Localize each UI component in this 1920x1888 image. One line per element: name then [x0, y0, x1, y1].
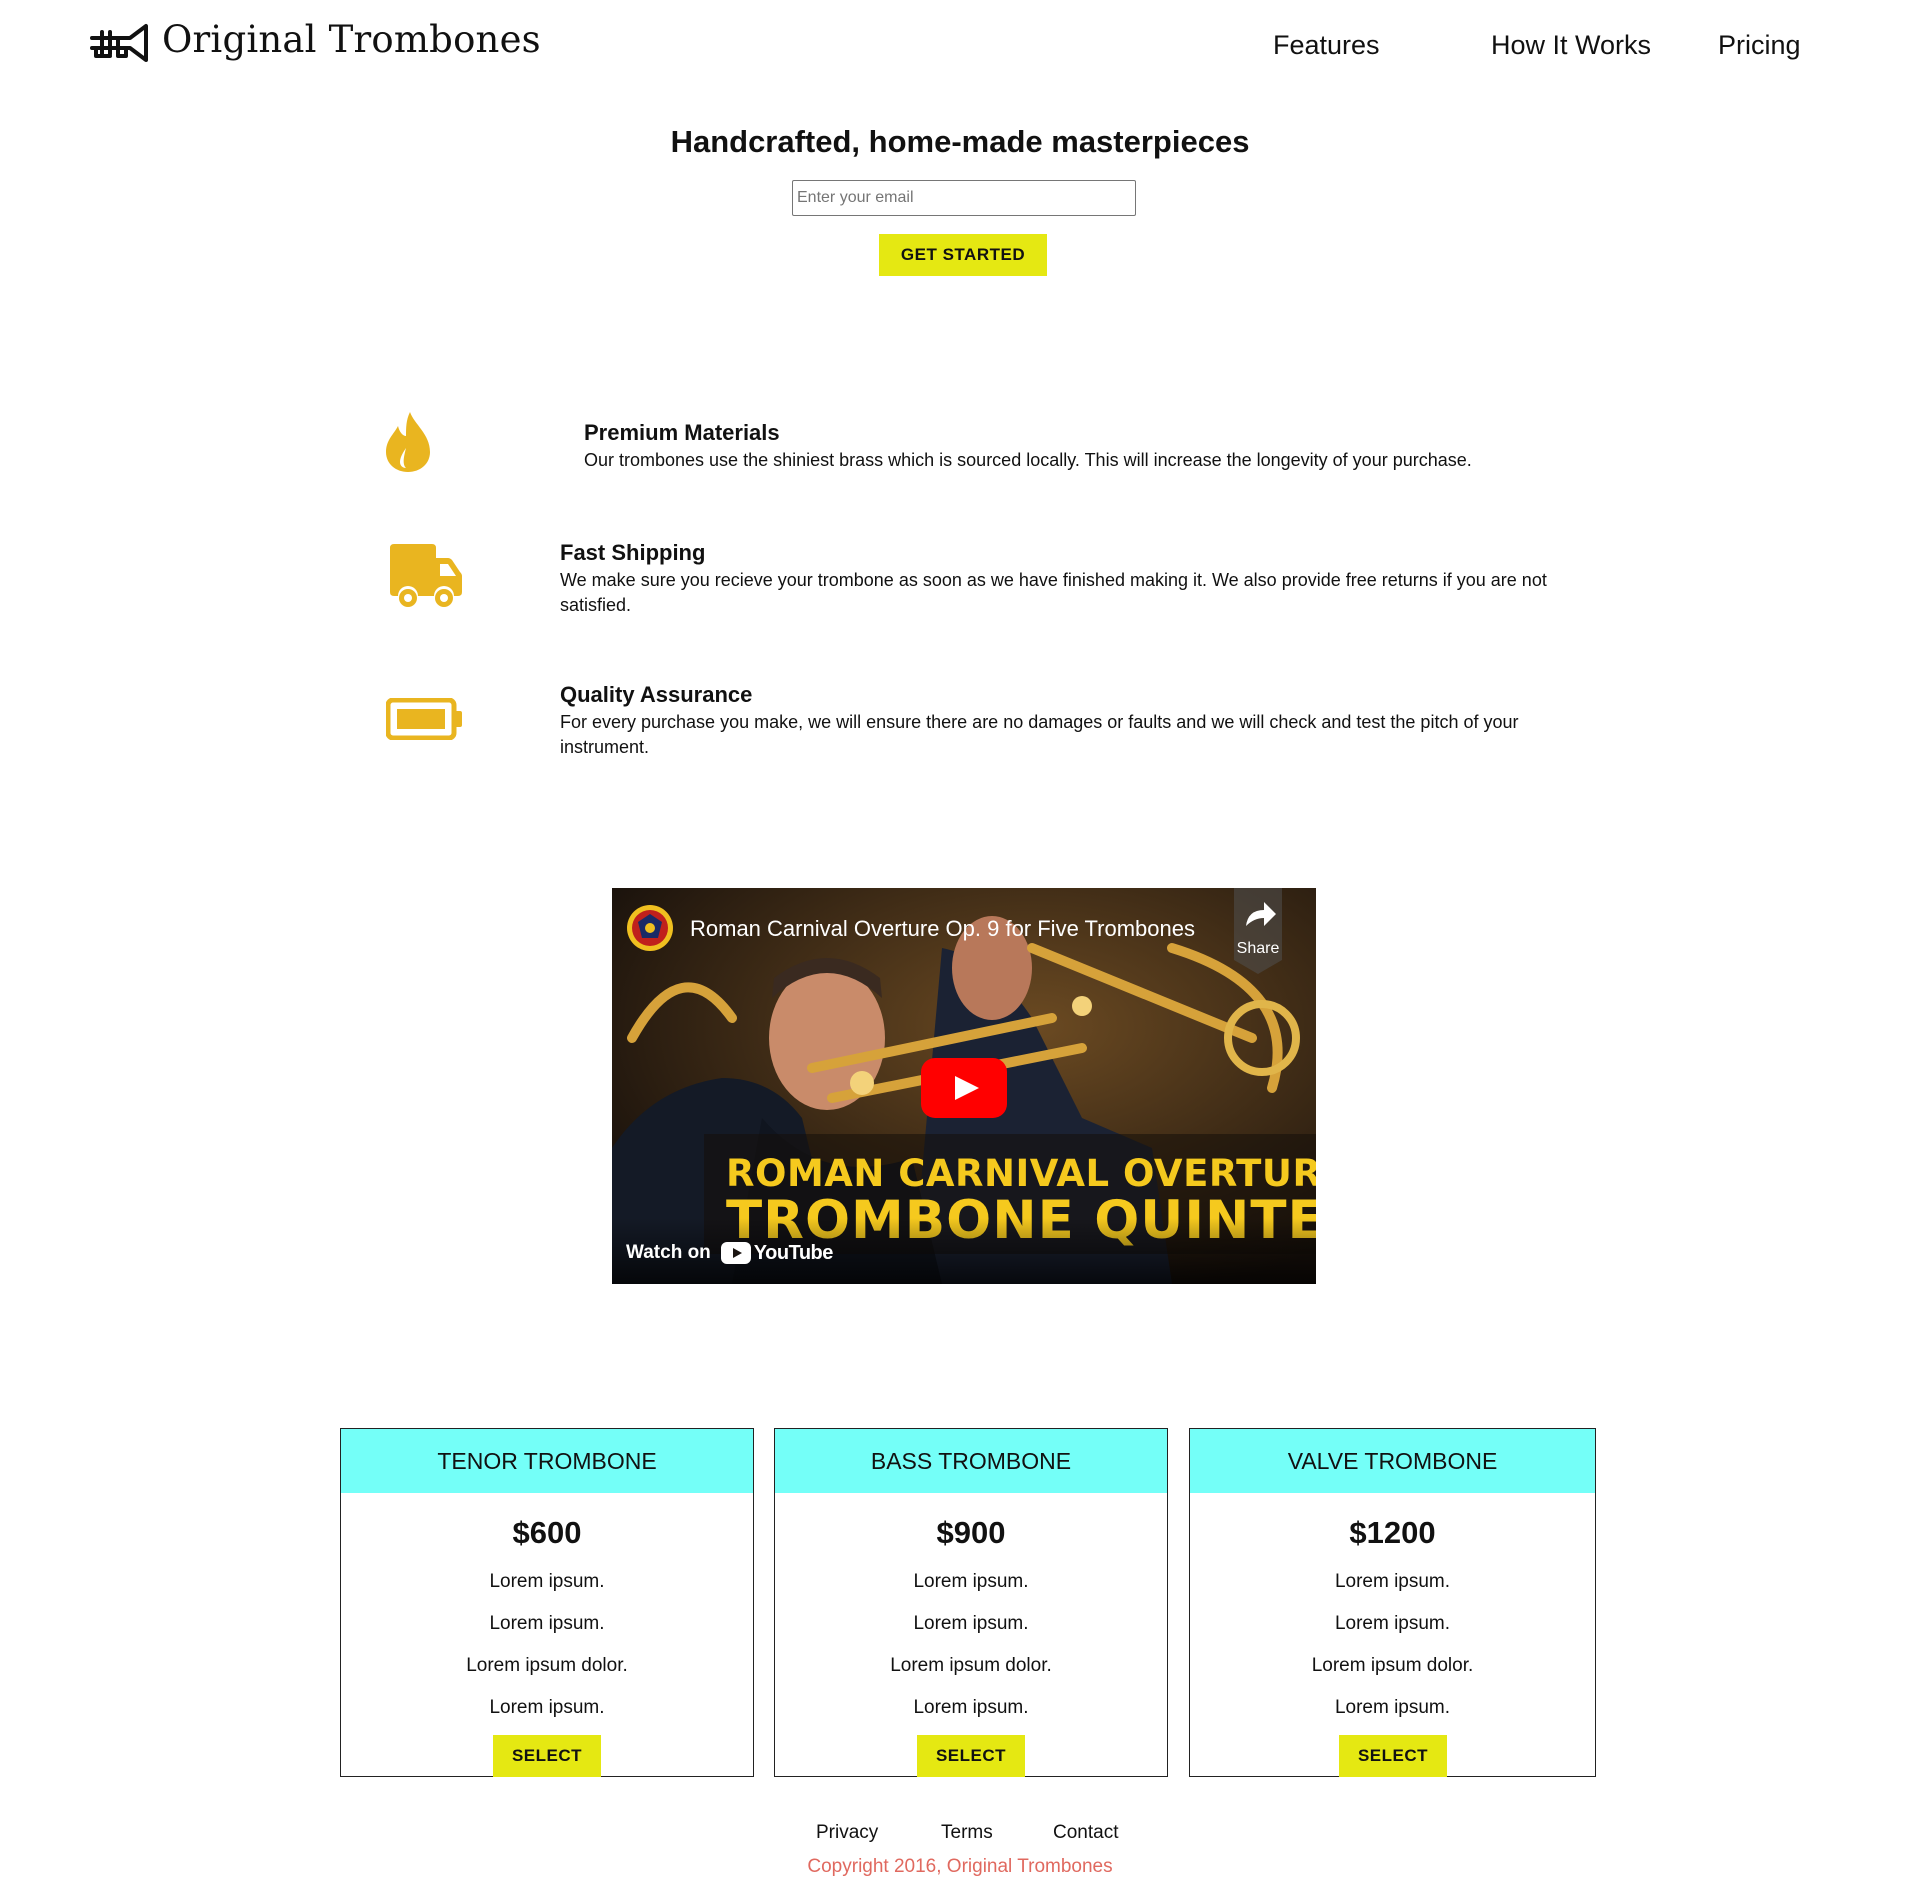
select-tenor-button[interactable]: SELECT: [493, 1735, 601, 1777]
plan-price: $900: [936, 1515, 1006, 1550]
pricing-card-bass: BASS TROMBONE $900 Lorem ipsum. Lorem ip…: [774, 1428, 1168, 1777]
channel-avatar-icon[interactable]: [626, 904, 674, 952]
pricing-card-tenor: TENOR TROMBONE $600 Lorem ipsum. Lorem i…: [340, 1428, 754, 1777]
watch-label: Watch on: [626, 1242, 711, 1263]
share-button[interactable]: Share: [1228, 888, 1288, 974]
brand-name[interactable]: Original Trombones: [162, 18, 541, 61]
nav-link-features[interactable]: Features: [1273, 30, 1380, 61]
plan-feature: Lorem ipsum dolor.: [890, 1655, 1052, 1676]
fire-icon: [386, 412, 430, 472]
plan-price: $1200: [1349, 1515, 1436, 1550]
footer-link-contact[interactable]: Contact: [1053, 1822, 1118, 1844]
feature-description: For every purchase you make, we will ens…: [560, 712, 1519, 757]
feature-title: Premium Materials: [584, 420, 780, 445]
email-input[interactable]: [792, 180, 1136, 216]
plan-name: TENOR TROMBONE: [341, 1429, 753, 1493]
plan-feature: Lorem ipsum.: [913, 1571, 1029, 1592]
plan-feature: Lorem ipsum.: [913, 1613, 1029, 1634]
play-icon[interactable]: [921, 1058, 1007, 1118]
youtube-icon: [720, 1242, 751, 1264]
select-bass-button[interactable]: SELECT: [917, 1735, 1025, 1777]
plan-feature: Lorem ipsum dolor.: [1311, 1655, 1474, 1676]
plan-feature: Lorem ipsum.: [1334, 1571, 1451, 1592]
get-started-button[interactable]: GET STARTED: [879, 234, 1047, 276]
feature-description: We make sure you recieve your trombone a…: [560, 570, 1547, 615]
plan-name: BASS TROMBONE: [775, 1429, 1167, 1493]
site-header: Original Trombones Features How It Works…: [0, 0, 1920, 95]
video-caption-line1: ROMAN CARNIVAL OVERTURE: [726, 1152, 1316, 1195]
footer-link-terms[interactable]: Terms: [941, 1822, 993, 1844]
youtube-label: YouTube: [753, 1241, 834, 1264]
feature-title: Quality Assurance: [560, 682, 753, 707]
feature-description: Our trombones use the shiniest brass whi…: [584, 450, 1472, 470]
select-valve-button[interactable]: SELECT: [1339, 1735, 1447, 1777]
plan-feature: Lorem ipsum.: [489, 1571, 605, 1592]
truck-icon: [390, 544, 462, 607]
battery-icon: [386, 698, 462, 740]
watch-on-youtube-link[interactable]: Watch on YouTube: [626, 1240, 833, 1266]
plan-feature: Lorem ipsum.: [1334, 1697, 1451, 1718]
footer-link-privacy[interactable]: Privacy: [816, 1822, 878, 1844]
feature-title: Fast Shipping: [560, 540, 706, 565]
youtube-logo: YouTube: [720, 1241, 834, 1265]
video-player[interactable]: Roman Carnival Overture Op. 9 for Five T…: [612, 888, 1316, 1284]
share-icon: [1234, 888, 1282, 974]
nav-link-pricing[interactable]: Pricing: [1718, 30, 1801, 61]
plan-feature: Lorem ipsum.: [1334, 1613, 1451, 1634]
hero-title: Handcrafted, home-made masterpieces: [670, 124, 1250, 159]
trombone-icon[interactable]: [90, 22, 152, 64]
plan-feature: Lorem ipsum.: [489, 1613, 605, 1634]
plan-price: $600: [512, 1515, 582, 1550]
video-title[interactable]: Roman Carnival Overture Op. 9 for Five T…: [690, 916, 1195, 942]
plan-feature: Lorem ipsum dolor.: [466, 1655, 628, 1676]
plan-feature: Lorem ipsum.: [913, 1697, 1029, 1718]
nav-link-how-it-works[interactable]: How It Works: [1491, 30, 1651, 61]
plan-feature: Lorem ipsum.: [489, 1697, 605, 1718]
plan-name: VALVE TROMBONE: [1190, 1429, 1595, 1493]
copyright-text: Copyright 2016, Original Trombones: [807, 1856, 1113, 1877]
share-label: Share: [1236, 940, 1280, 957]
pricing-card-valve: VALVE TROMBONE $1200 Lorem ipsum. Lorem …: [1189, 1428, 1596, 1777]
